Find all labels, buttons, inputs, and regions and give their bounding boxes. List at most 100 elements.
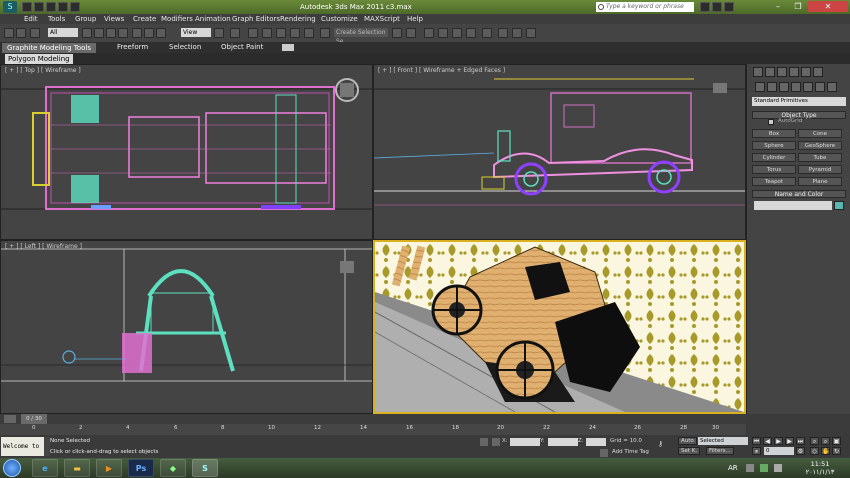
orbit-icon[interactable]: ↻: [832, 447, 841, 455]
menu-tools[interactable]: Tools: [48, 15, 65, 23]
cone-button[interactable]: Cone: [798, 129, 842, 138]
geosphere-button[interactable]: GeoSphere: [798, 141, 842, 150]
sphere-button[interactable]: Sphere: [752, 141, 796, 150]
key-filter-dropdown[interactable]: Selected: [698, 437, 748, 445]
undo-icon[interactable]: [58, 2, 68, 12]
volume-icon[interactable]: [774, 464, 782, 472]
rect-selection-icon[interactable]: [106, 28, 116, 38]
teapot-button[interactable]: Teapot: [752, 177, 796, 186]
help-icon[interactable]: [724, 2, 734, 12]
link-icon[interactable]: [30, 28, 40, 38]
auto-key-button[interactable]: Auto: [678, 437, 697, 445]
undo-icon[interactable]: [4, 28, 14, 38]
redo-icon[interactable]: [70, 2, 80, 12]
language-indicator[interactable]: AR: [728, 464, 738, 472]
helpers-icon[interactable]: [803, 82, 813, 92]
ribbon-options-icon[interactable]: [282, 44, 294, 51]
binoculars-icon[interactable]: [700, 2, 710, 12]
zoom-icon[interactable]: ⌕: [810, 437, 819, 445]
viewport-top[interactable]: [ + ] [ Top ] [ Wireframe ]: [0, 64, 373, 240]
select-by-name-icon[interactable]: [94, 28, 104, 38]
clock[interactable]: 11:51 ٢٠١١/١/١٣: [800, 460, 840, 476]
tab-freeform[interactable]: Freeform: [117, 43, 148, 51]
viewport-perspective[interactable]: [373, 240, 746, 414]
minimize-button[interactable]: –: [768, 1, 788, 12]
utilities-tab-icon[interactable]: [813, 67, 823, 77]
graphite-toggle-icon[interactable]: [438, 28, 448, 38]
curve-editor-icon[interactable]: [452, 28, 462, 38]
photoshop-icon[interactable]: Ps: [128, 459, 154, 477]
pyramid-button[interactable]: Pyramid: [798, 165, 842, 174]
set-key-button[interactable]: Set K.: [678, 447, 701, 455]
go-to-start-icon[interactable]: ⏮: [752, 437, 761, 445]
save-file-icon[interactable]: [46, 2, 56, 12]
zoom-extents-icon[interactable]: ▣: [832, 437, 841, 445]
open-file-icon[interactable]: [34, 2, 44, 12]
render-setup-icon[interactable]: [498, 28, 508, 38]
lock-selection-icon[interactable]: [480, 438, 488, 446]
media-player-icon[interactable]: ▶: [96, 459, 122, 477]
absolute-mode-icon[interactable]: [492, 438, 500, 446]
spacewarps-icon[interactable]: [815, 82, 825, 92]
current-frame-field[interactable]: 0: [764, 447, 794, 455]
snap-toggle-icon[interactable]: [262, 28, 272, 38]
field-of-view-icon[interactable]: ◇: [810, 447, 819, 455]
key-filters-button[interactable]: Filters...: [706, 447, 734, 455]
menu-animation[interactable]: Animation: [195, 15, 231, 23]
material-editor-icon[interactable]: [482, 28, 492, 38]
category-dropdown[interactable]: Standard Primitives: [752, 97, 846, 106]
plane-button[interactable]: Plane: [798, 177, 842, 186]
modify-tab-icon[interactable]: [765, 67, 775, 77]
align-icon[interactable]: [406, 28, 416, 38]
star-icon[interactable]: [712, 2, 722, 12]
search-input[interactable]: Type a keyword or phrase: [596, 2, 694, 12]
torus-button[interactable]: Torus: [752, 165, 796, 174]
window-crossing-icon[interactable]: [118, 28, 128, 38]
previous-frame-icon[interactable]: ◀: [763, 437, 772, 445]
named-selection-dropdown[interactable]: Create Selection Se: [334, 28, 388, 45]
menu-graph-editors[interactable]: Graph Editors: [232, 15, 280, 23]
hierarchy-tab-icon[interactable]: [777, 67, 787, 77]
geometry-icon[interactable]: [755, 82, 765, 92]
menu-rendering[interactable]: Rendering: [280, 15, 316, 23]
edit-named-sel-icon[interactable]: [320, 28, 330, 38]
name-and-color-rollout[interactable]: Name and Color: [752, 190, 846, 198]
menu-maxscript[interactable]: MAXScript: [364, 15, 400, 23]
menu-group[interactable]: Group: [75, 15, 96, 23]
network-icon[interactable]: [760, 464, 768, 472]
pan-icon[interactable]: ✋: [821, 447, 830, 455]
render-icon[interactable]: [526, 28, 536, 38]
mirror-icon[interactable]: [392, 28, 402, 38]
object-name-input[interactable]: [754, 201, 832, 210]
tab-graphite-modeling-tools[interactable]: Graphite Modeling Tools: [2, 43, 97, 53]
viewport-left[interactable]: [ + ] [ Left ] [ Wireframe ]: [0, 240, 373, 414]
tube-button[interactable]: Tube: [798, 153, 842, 162]
create-tab-icon[interactable]: [753, 67, 763, 77]
explorer-icon[interactable]: ▬: [64, 459, 90, 477]
tab-object-paint[interactable]: Object Paint: [221, 43, 263, 51]
mini-curve-editor-icon[interactable]: [4, 415, 16, 423]
3dsmax-taskbar-icon[interactable]: S: [192, 459, 218, 477]
selection-filter-dropdown[interactable]: All: [48, 28, 78, 37]
layer-manager-icon[interactable]: [424, 28, 434, 38]
schematic-view-icon[interactable]: [466, 28, 476, 38]
time-slider-track[interactable]: [0, 414, 746, 424]
percent-snap-icon[interactable]: [290, 28, 300, 38]
key-mode-icon[interactable]: ⏸: [752, 447, 761, 455]
ie-icon[interactable]: e: [32, 459, 58, 477]
lights-icon[interactable]: [779, 82, 789, 92]
menu-views[interactable]: Views: [104, 15, 124, 23]
pivot-center-icon[interactable]: [214, 28, 224, 38]
autogrid-checkbox[interactable]: [768, 119, 774, 125]
object-color-swatch[interactable]: [834, 201, 844, 210]
close-button[interactable]: ✕: [808, 1, 848, 12]
x-coord-field[interactable]: [510, 438, 540, 446]
play-icon[interactable]: ▶: [774, 437, 783, 445]
menu-create[interactable]: Create: [133, 15, 156, 23]
time-config-icon[interactable]: ⚙: [796, 447, 805, 455]
move-icon[interactable]: [132, 28, 142, 38]
add-time-tag[interactable]: Add Time Tag: [612, 449, 649, 455]
cameras-icon[interactable]: [791, 82, 801, 92]
scale-icon[interactable]: [156, 28, 166, 38]
spinner-snap-icon[interactable]: [304, 28, 314, 38]
